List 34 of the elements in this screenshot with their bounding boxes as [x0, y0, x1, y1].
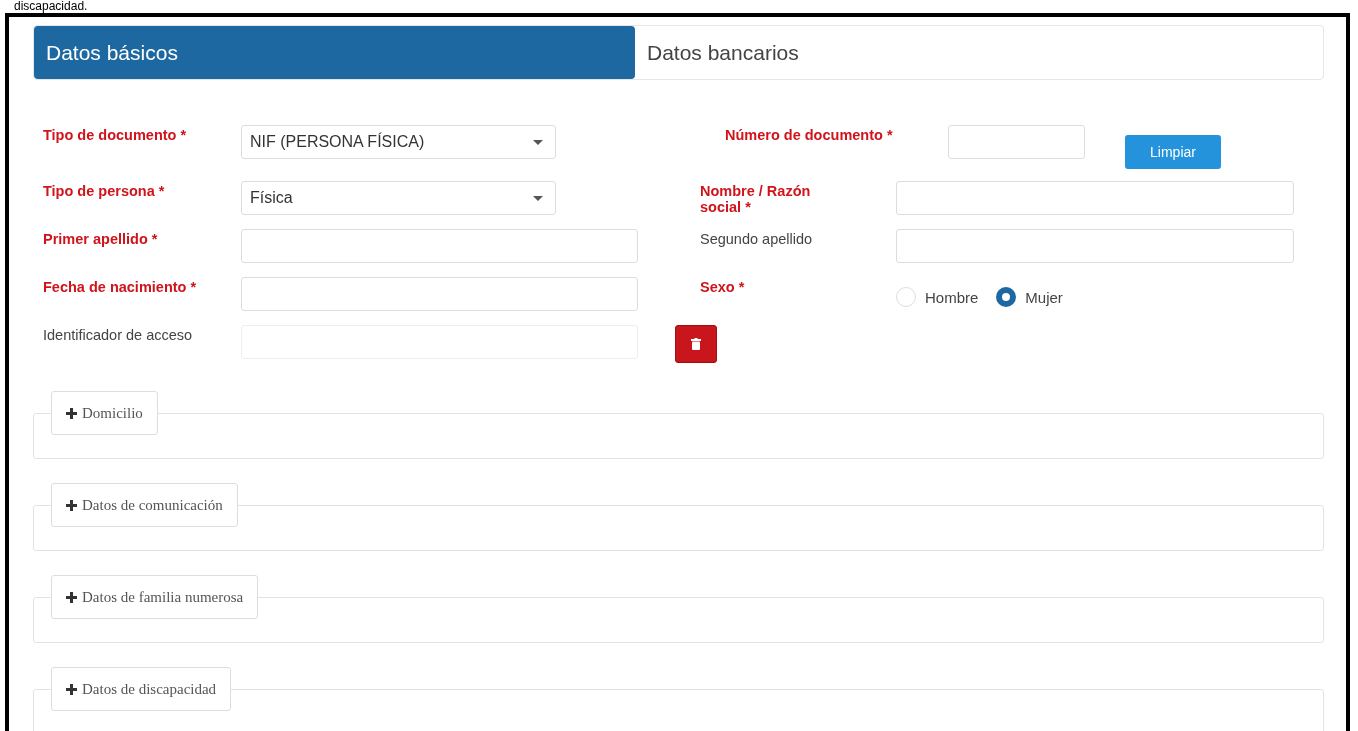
- section-toggle-button[interactable]: Domicilio: [51, 391, 158, 435]
- field-label: Tipo de documento *: [43, 126, 188, 143]
- input-field[interactable]: [948, 125, 1085, 159]
- field-label: Fecha de nacimiento *: [43, 278, 198, 295]
- caret-icon: [533, 195, 543, 201]
- radio-option[interactable]: Mujer: [996, 287, 1063, 307]
- field-label: Nombre / Razón social *: [700, 182, 812, 215]
- input-field[interactable]: [241, 229, 638, 263]
- input-field[interactable]: [896, 181, 1294, 215]
- select-field[interactable]: NIF (PERSONA FÍSICA): [241, 125, 556, 159]
- section-toggle-button[interactable]: Datos de familia numerosa: [51, 575, 259, 619]
- field-label: Sexo *: [700, 278, 746, 295]
- plus-icon: [66, 683, 77, 695]
- input-field[interactable]: [241, 277, 638, 311]
- caret-icon: [533, 139, 543, 145]
- field-label: Segundo apellido: [700, 230, 814, 247]
- section-toggle-button[interactable]: Datos de comunicación: [51, 483, 238, 527]
- section-toggle-button[interactable]: Datos de discapacidad: [51, 667, 232, 711]
- select-field[interactable]: Física: [241, 181, 556, 215]
- radio-button[interactable]: [996, 287, 1017, 307]
- radio-option[interactable]: Hombre: [896, 287, 979, 307]
- plus-icon: [66, 499, 77, 511]
- input-field[interactable]: [896, 229, 1294, 263]
- trash-icon: [691, 338, 701, 350]
- plus-icon: [66, 591, 77, 603]
- field-label: Tipo de persona *: [43, 182, 166, 199]
- field-label: Número de documento *: [724, 126, 894, 143]
- field-label: Identificador de acceso: [43, 326, 194, 343]
- caption-text: discapacidad.: [13, 0, 89, 13]
- tab[interactable]: Datos bancarios: [635, 26, 1323, 79]
- plus-icon: [66, 407, 77, 419]
- tab[interactable]: Datos básicos: [34, 26, 635, 79]
- delete-button[interactable]: [675, 325, 717, 363]
- field-label: Primer apellido *: [43, 230, 159, 247]
